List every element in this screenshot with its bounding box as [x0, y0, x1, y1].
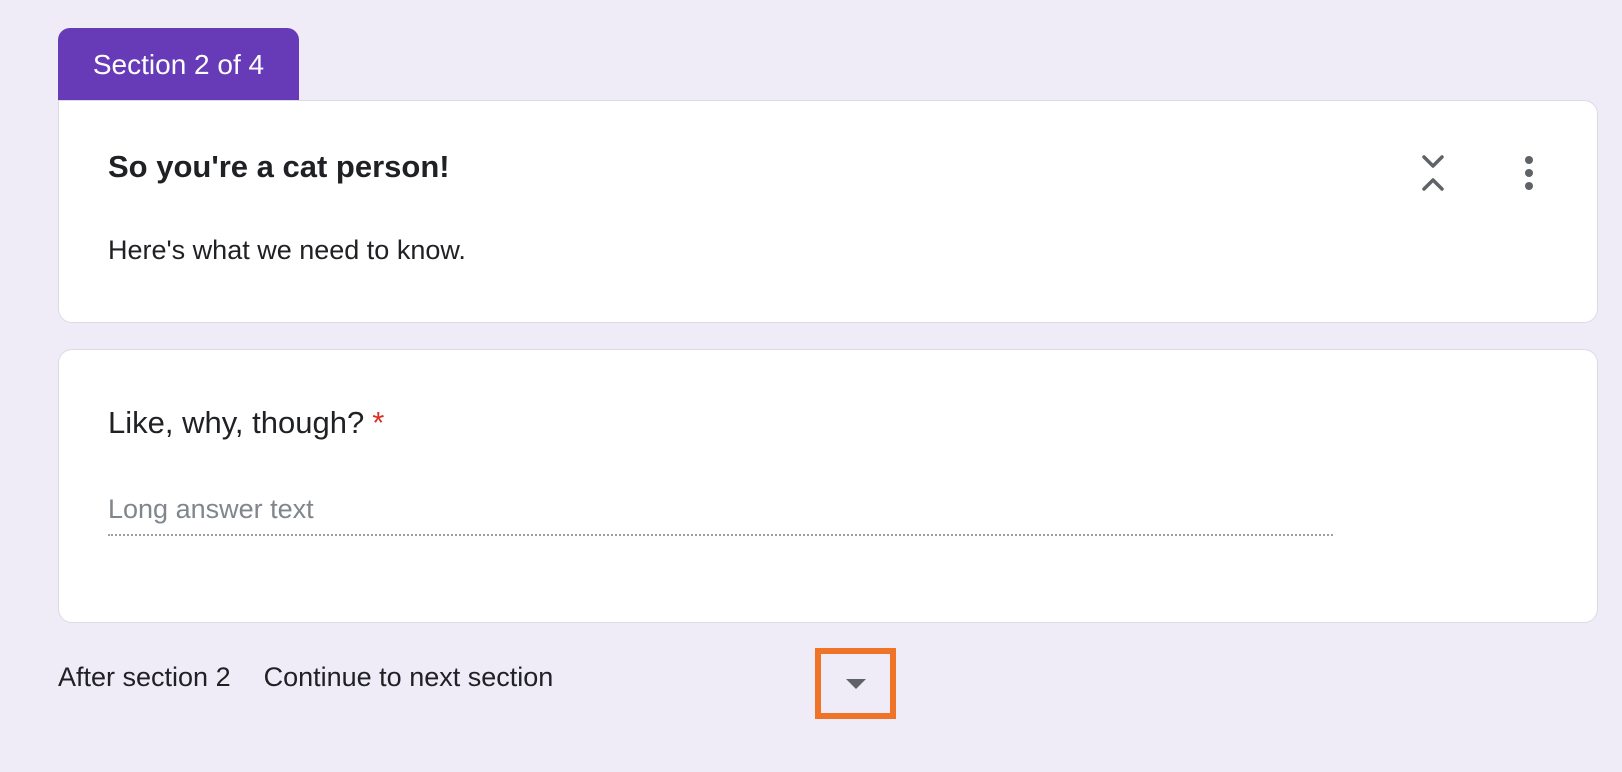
collapse-section-button[interactable] — [1409, 149, 1457, 197]
after-section-label: After section 2 — [58, 662, 231, 692]
form-editor-page: Section 2 of 4 So you're a cat person! H… — [0, 0, 1622, 772]
required-asterisk: * — [372, 405, 385, 440]
question-card[interactable]: Like, why, though? * Long answer text — [58, 349, 1598, 623]
answer-placeholder: Long answer text — [108, 494, 314, 524]
section-tab-label: Section 2 of 4 — [92, 49, 265, 80]
unfold-less-icon — [1422, 155, 1444, 191]
after-section-row: After section 2 Continue to next section — [58, 662, 553, 693]
section-title[interactable]: So you're a cat person! — [108, 149, 450, 185]
section-tab: Section 2 of 4 — [58, 28, 299, 102]
section-description[interactable]: Here's what we need to know. — [108, 235, 466, 266]
long-answer-field: Long answer text — [108, 490, 1333, 536]
more-vert-icon — [1525, 156, 1533, 190]
after-section-dropdown-button[interactable] — [815, 648, 896, 719]
after-section-selected-option[interactable]: Continue to next section — [264, 662, 554, 693]
caret-down-icon — [845, 678, 866, 689]
question-title[interactable]: Like, why, though? * — [108, 405, 384, 441]
question-title-text: Like, why, though? — [108, 405, 365, 440]
section-header-card[interactable]: So you're a cat person! Here's what we n… — [58, 100, 1598, 323]
more-options-button[interactable] — [1505, 149, 1553, 197]
